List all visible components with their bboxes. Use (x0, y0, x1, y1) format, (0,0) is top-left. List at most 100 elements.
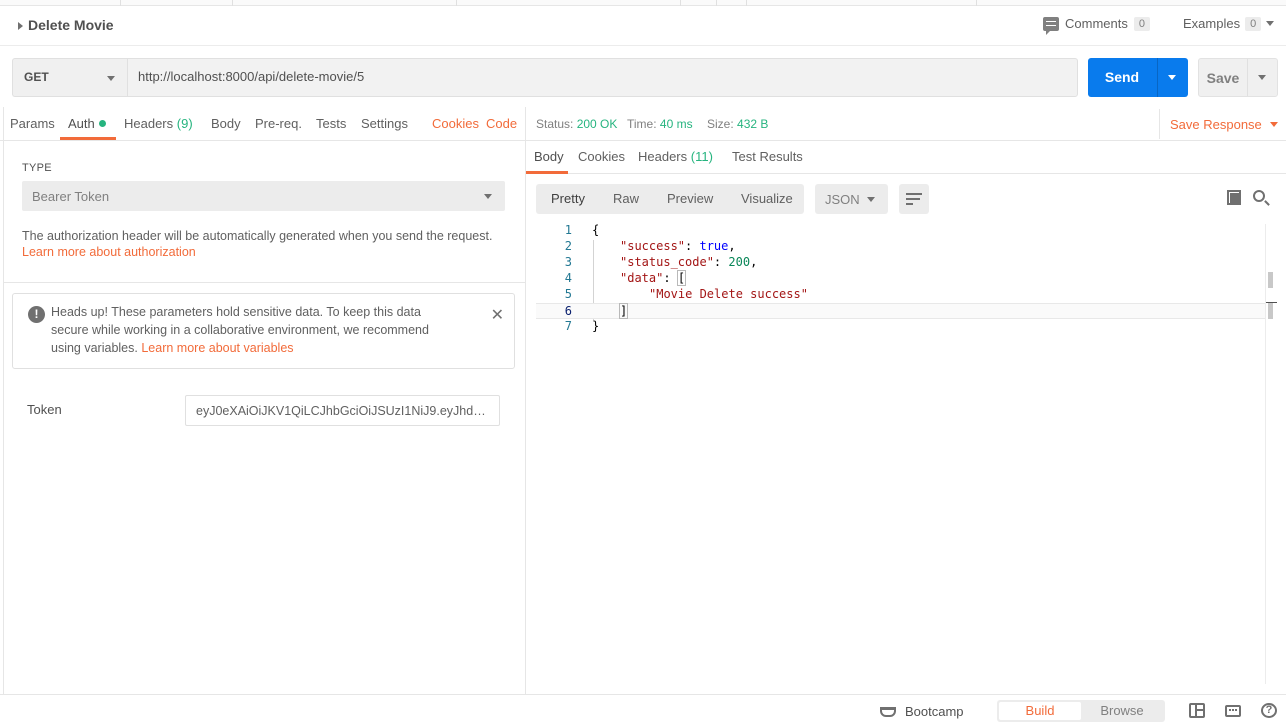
text-cursor (627, 304, 629, 317)
editor-scrollbar[interactable] (1265, 224, 1277, 684)
send-options-chevron-icon[interactable] (1168, 75, 1176, 80)
save-label: Save (1206, 70, 1240, 86)
caret-right-icon[interactable] (18, 22, 23, 30)
comments-label: Comments (1065, 16, 1128, 31)
tab-params[interactable]: Params (10, 116, 55, 131)
wrap-lines-icon[interactable] (899, 184, 929, 214)
tab-headers[interactable]: Headers (9) (124, 116, 193, 131)
tab-headers-count: (9) (176, 116, 193, 131)
json-key: "status_code" (620, 255, 714, 269)
size-label: Size: (707, 117, 734, 131)
status-value: 200 OK (576, 117, 618, 131)
request-title[interactable]: Delete Movie (28, 17, 114, 33)
examples-button[interactable]: Examples 0 (1183, 16, 1275, 31)
save-button[interactable]: Save (1198, 58, 1278, 97)
json-value: "Movie Delete success" (649, 287, 808, 301)
auth-type-label: TYPE (22, 162, 52, 174)
code-line: 3 "status_code": 200, (536, 255, 1265, 271)
chevron-down-icon (484, 194, 492, 199)
tab-response-cookies[interactable]: Cookies (578, 149, 625, 164)
line-number: 2 (564, 239, 572, 253)
chevron-down-icon (1266, 21, 1275, 26)
notice-message: Heads up! These parameters hold sensitiv… (51, 303, 461, 357)
line-number: 3 (564, 255, 572, 269)
view-preview[interactable]: Preview (667, 184, 713, 214)
comments-count: 0 (1133, 16, 1150, 31)
code-line: 4 "data": [ (536, 270, 1265, 287)
auth-description: The authorization header will be automat… (22, 229, 493, 243)
tab-response-body[interactable]: Body (534, 149, 564, 164)
pane-divider[interactable] (525, 107, 526, 694)
tab-response-headers[interactable]: Headers (11) (638, 149, 713, 164)
save-options-chevron-icon[interactable] (1258, 75, 1266, 80)
token-input[interactable]: eyJ0eXAiOiJKV1QiLCJhbGciOiJSUzI1NiJ9.eyJ… (185, 395, 500, 426)
status-info[interactable]: Status: 200 OK (536, 117, 617, 131)
request-title-bar: Delete Movie Comments 0 Examples 0 (0, 6, 1286, 46)
info-icon: ! (28, 306, 45, 323)
line-number: 5 (564, 287, 572, 301)
close-icon[interactable]: ✕ (491, 305, 504, 325)
response-tabs: Body Cookies Headers (11) Test Results (526, 141, 1286, 174)
method-select[interactable]: GET (12, 58, 127, 97)
code-line: 7 } (536, 319, 1265, 335)
layout-icon[interactable] (1189, 703, 1205, 718)
time-info[interactable]: Time: 40 ms (627, 117, 693, 131)
view-raw[interactable]: Raw (613, 184, 639, 214)
browse-mode-button[interactable]: Browse (1081, 702, 1163, 720)
postman-window: Delete Movie Comments 0 Examples 0 GET h… (0, 0, 1286, 725)
line-number: 7 (564, 319, 572, 333)
code-text: "success": true, (620, 239, 736, 253)
cookies-link[interactable]: Cookies (432, 116, 479, 131)
save-separator (1247, 59, 1248, 96)
method-value: GET (24, 70, 49, 84)
code-line: 5 "Movie Delete success" (536, 287, 1265, 303)
time-label: Time: (627, 117, 657, 131)
auth-type-select[interactable]: Bearer Token (22, 181, 505, 211)
response-body-editor[interactable]: 1 { 2 "success": true, 3 "status_code": … (536, 223, 1276, 683)
active-response-tab-indicator (526, 171, 568, 174)
json-key: "data" (620, 271, 664, 285)
tab-settings[interactable]: Settings (361, 116, 408, 131)
view-pretty[interactable]: Pretty (551, 184, 585, 214)
divider (4, 282, 525, 283)
active-tab-indicator (60, 137, 116, 140)
scrollbar-thumb[interactable] (1268, 272, 1273, 288)
size-info[interactable]: Size: 432 B (707, 117, 768, 131)
tab-prereq[interactable]: Pre-req. (255, 116, 302, 131)
view-mode-group: Pretty Raw Preview Visualize (536, 184, 804, 214)
format-select[interactable]: JSON (815, 184, 888, 214)
mode-toggle: Build Browse (997, 700, 1165, 722)
code-text: { (592, 223, 600, 237)
tab-auth[interactable]: Auth (68, 116, 106, 131)
tab-tests[interactable]: Tests (316, 116, 346, 131)
url-input[interactable]: http://localhost:8000/api/delete-movie/5 (127, 58, 1078, 97)
build-mode-button[interactable]: Build (999, 702, 1081, 720)
code-line: 1 { (536, 223, 1265, 239)
copy-icon[interactable] (1227, 190, 1241, 205)
code-line: 2 "success": true, (536, 239, 1265, 255)
send-button[interactable]: Send (1088, 58, 1188, 97)
tab-body[interactable]: Body (211, 116, 241, 131)
view-visualize[interactable]: Visualize (741, 184, 793, 214)
learn-more-variables-link[interactable]: Learn more about variables (141, 341, 293, 355)
status-bar: Bootcamp Build Browse ? (0, 694, 1286, 725)
keyboard-icon[interactable] (1225, 705, 1241, 717)
tab-test-results[interactable]: Test Results (732, 149, 803, 164)
chevron-down-icon (1269, 122, 1278, 127)
learn-more-authorization-link[interactable]: Learn more about authorization (22, 245, 196, 259)
json-value: true (699, 239, 729, 253)
send-label: Send (1104, 69, 1140, 85)
code-line-current: 6 ] (536, 303, 1265, 319)
save-response-label: Save Response (1170, 117, 1262, 132)
line-number: 4 (564, 271, 572, 285)
comments-button[interactable]: Comments 0 (1043, 16, 1150, 35)
save-response-button[interactable]: Save Response (1159, 109, 1278, 139)
request-tabs: Params Auth Headers (9) Body Pre-req. Te… (0, 107, 525, 141)
help-icon[interactable]: ? (1261, 703, 1277, 718)
bootcamp-button[interactable]: Bootcamp (880, 704, 964, 719)
search-icon[interactable] (1253, 190, 1265, 202)
code-link[interactable]: Code (486, 116, 517, 131)
format-value: JSON (825, 192, 860, 207)
auth-active-dot (98, 120, 106, 127)
code-text: } (592, 319, 600, 333)
